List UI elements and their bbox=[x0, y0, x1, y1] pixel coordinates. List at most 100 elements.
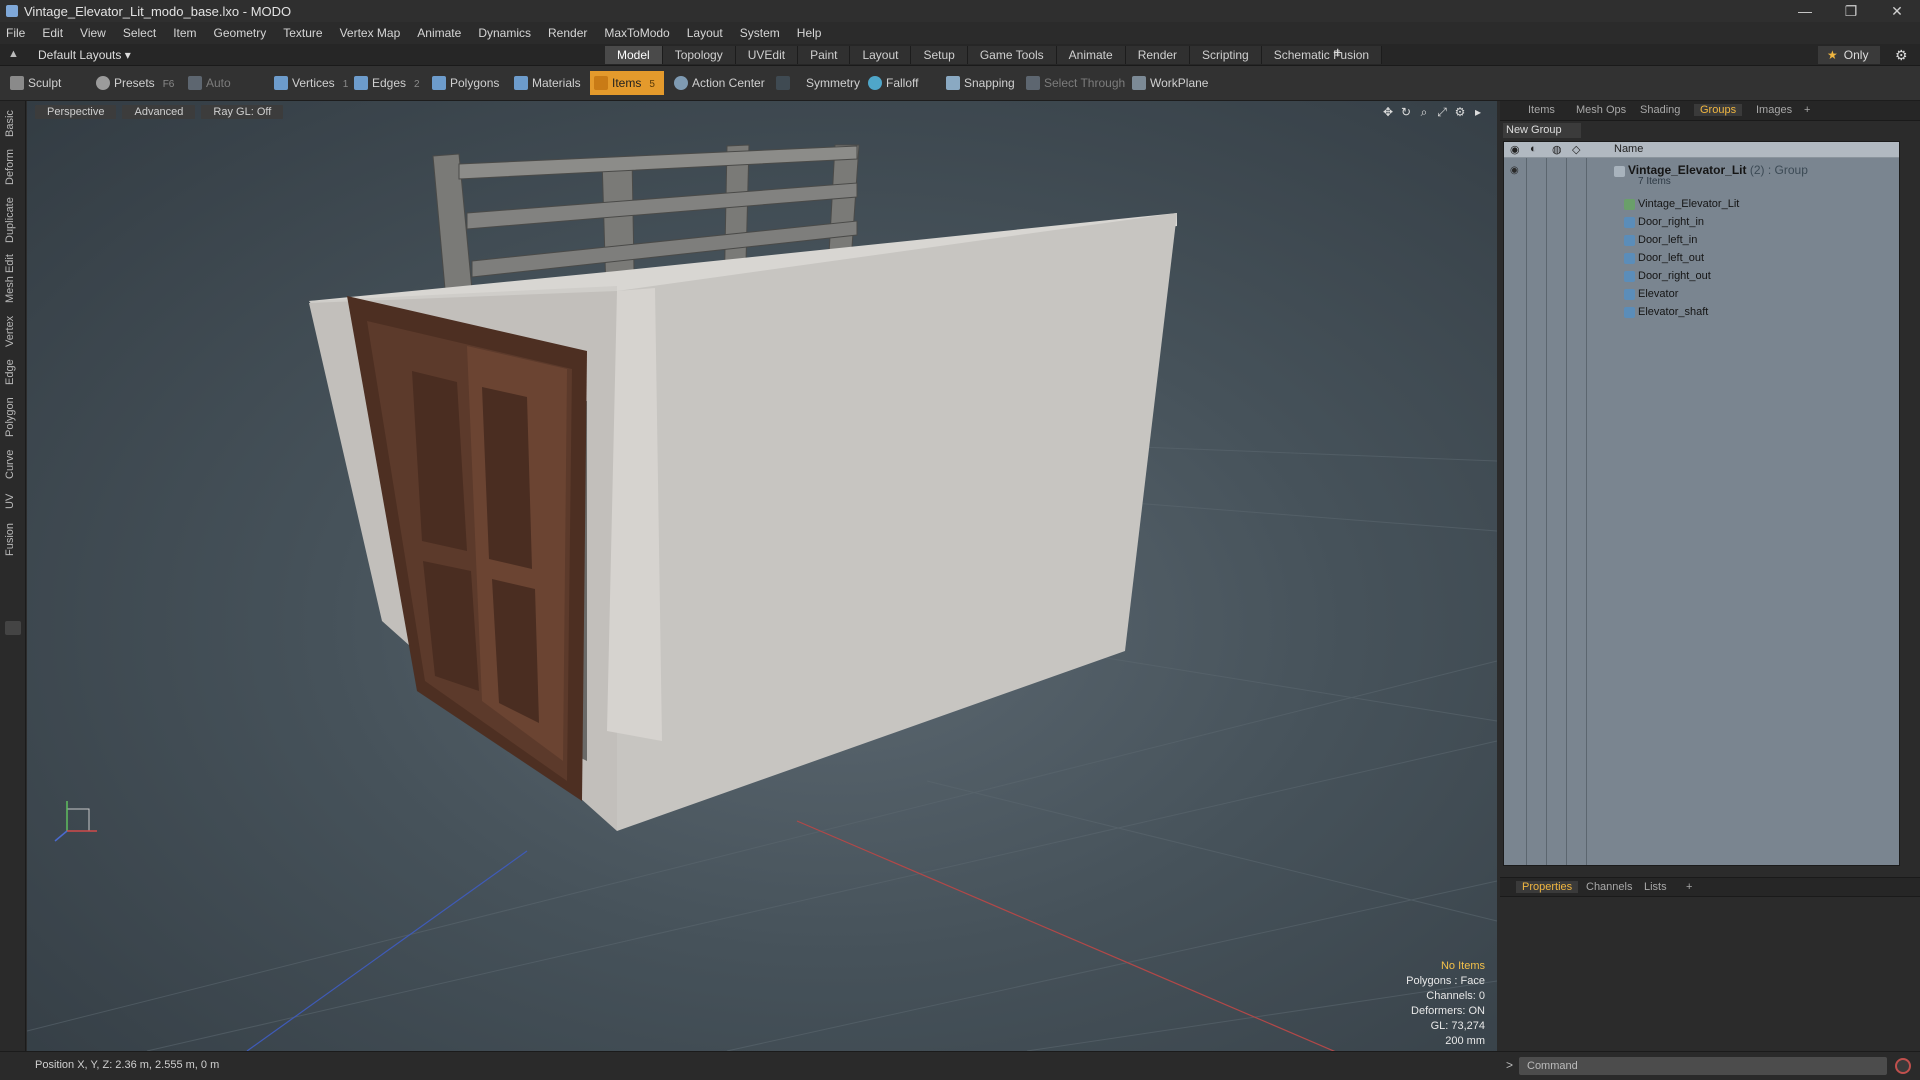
lock-column-icon[interactable]: ◍ bbox=[1552, 143, 1562, 156]
menu-edit[interactable]: Edit bbox=[42, 26, 63, 40]
menu-dynamics[interactable]: Dynamics bbox=[478, 26, 531, 40]
vtab-duplicate[interactable]: Duplicate bbox=[4, 195, 20, 245]
menu-file[interactable]: File bbox=[6, 26, 25, 40]
tab-images[interactable]: Images bbox=[1756, 104, 1792, 116]
list-item[interactable]: Elevator bbox=[1504, 286, 1899, 304]
edges-button[interactable]: Edges 2 bbox=[350, 71, 426, 95]
list-item[interactable]: Vintage_Elevator_Lit bbox=[1504, 196, 1899, 214]
tab-layout[interactable]: Layout bbox=[850, 46, 912, 64]
symmetry-button[interactable]: Symmetry bbox=[772, 71, 860, 95]
raygl-toggle[interactable]: Ray GL: Off bbox=[201, 105, 284, 119]
layout-bar: ▲ Default Layouts ▾ Model Topology UVEdi… bbox=[0, 44, 1920, 66]
tab-schematic-fusion[interactable]: Schematic Fusion bbox=[1261, 46, 1383, 64]
layout-collapse-icon[interactable]: ▲ bbox=[8, 48, 20, 60]
tab-scripting[interactable]: Scripting bbox=[1190, 46, 1262, 64]
vtab-deform[interactable]: Deform bbox=[4, 147, 20, 187]
vtab-fusion[interactable]: Fusion bbox=[4, 521, 20, 557]
sculpt-button[interactable]: Sculpt bbox=[6, 71, 86, 95]
select-through-button[interactable]: Select Through bbox=[1022, 71, 1126, 95]
tab-mesh-ops[interactable]: Mesh Ops bbox=[1576, 104, 1626, 116]
star-icon: ★ bbox=[1827, 48, 1838, 62]
snapping-button[interactable]: Snapping bbox=[942, 71, 1022, 95]
shading-dropdown[interactable]: Advanced bbox=[122, 105, 196, 119]
tab-groups[interactable]: Groups bbox=[1694, 104, 1743, 116]
record-macro-icon[interactable] bbox=[1895, 1058, 1911, 1074]
menu-item[interactable]: Item bbox=[173, 26, 196, 40]
tab-properties[interactable]: Properties bbox=[1516, 881, 1579, 893]
list-item[interactable]: Door_right_in bbox=[1504, 214, 1899, 232]
group-row[interactable]: ◉ Vintage_Elevator_Lit (2) : Group 7 Ite… bbox=[1504, 162, 1899, 192]
tab-shading[interactable]: Shading bbox=[1640, 104, 1680, 116]
visibility-column-icon[interactable]: ◉ bbox=[1510, 143, 1520, 156]
vtab-curve[interactable]: Curve bbox=[4, 447, 20, 481]
add-tab-button[interactable]: + bbox=[1333, 45, 1342, 63]
list-item[interactable]: Elevator_shaft bbox=[1504, 304, 1899, 322]
menu-texture[interactable]: Texture bbox=[283, 26, 322, 40]
vtab-polygon[interactable]: Polygon bbox=[4, 395, 20, 439]
workplane-button[interactable]: WorkPlane bbox=[1128, 71, 1208, 95]
add-properties-tab-button[interactable]: + bbox=[1686, 881, 1692, 893]
auto-select-button[interactable]: Auto Select bbox=[184, 71, 266, 114]
rotate-icon[interactable]: ↻ bbox=[1397, 105, 1415, 120]
vtab-vertex[interactable]: Vertex bbox=[4, 313, 20, 349]
presets-button[interactable]: Presets F6 bbox=[92, 71, 174, 95]
menu-system[interactable]: System bbox=[740, 26, 780, 40]
new-group-button[interactable]: New Group bbox=[1503, 123, 1581, 138]
menu-animate[interactable]: Animate bbox=[417, 26, 461, 40]
group-visibility-icon[interactable]: ◉ bbox=[1510, 165, 1522, 176]
tab-animate[interactable]: Animate bbox=[1056, 46, 1126, 64]
polygons-button[interactable]: Polygons bbox=[428, 71, 504, 95]
materials-button[interactable]: Materials bbox=[510, 71, 588, 95]
only-toggle-button[interactable]: ★ Only bbox=[1818, 46, 1880, 64]
menu-maxtomodo[interactable]: MaxToModo bbox=[604, 26, 669, 40]
vtab-mesh-edit[interactable]: Mesh Edit bbox=[4, 253, 20, 305]
tab-topology[interactable]: Topology bbox=[662, 46, 736, 64]
items-button[interactable]: Items 5 bbox=[590, 71, 664, 95]
menu-vertex-map[interactable]: Vertex Map bbox=[340, 26, 401, 40]
menu-view[interactable]: View bbox=[80, 26, 106, 40]
tab-paint[interactable]: Paint bbox=[798, 46, 851, 64]
gear-icon[interactable]: ⚙ bbox=[1895, 47, 1908, 64]
viewport-expand-icon[interactable]: ▸ bbox=[1469, 105, 1487, 120]
menu-help[interactable]: Help bbox=[797, 26, 822, 40]
action-center-button[interactable]: Action Center bbox=[670, 71, 768, 95]
falloff-button[interactable]: Falloff bbox=[864, 71, 934, 95]
vtab-basic[interactable]: Basic bbox=[4, 107, 20, 141]
close-icon[interactable]: ✕ bbox=[1874, 0, 1920, 22]
name-column-header[interactable]: Name bbox=[1614, 143, 1643, 155]
tab-model[interactable]: Model bbox=[605, 46, 663, 64]
tab-game-tools[interactable]: Game Tools bbox=[967, 46, 1057, 64]
view-mode-dropdown[interactable]: Perspective bbox=[35, 105, 117, 119]
fit-icon[interactable]: ⤢ bbox=[1433, 105, 1451, 120]
minimize-icon[interactable]: — bbox=[1782, 0, 1828, 22]
tab-items[interactable]: Items bbox=[1528, 104, 1555, 116]
command-input[interactable]: Command bbox=[1519, 1057, 1887, 1075]
list-item[interactable]: Door_left_in bbox=[1504, 232, 1899, 250]
palette-toggle-icon[interactable] bbox=[5, 621, 21, 635]
menu-layout[interactable]: Layout bbox=[687, 26, 723, 40]
menu-render[interactable]: Render bbox=[548, 26, 587, 40]
tab-render[interactable]: Render bbox=[1125, 46, 1191, 64]
list-item[interactable]: Door_right_out bbox=[1504, 268, 1899, 286]
viewport-settings-icon[interactable]: ⚙ bbox=[1451, 105, 1469, 120]
select-column-icon[interactable]: ◇ bbox=[1572, 143, 1580, 156]
menu-geometry[interactable]: Geometry bbox=[214, 26, 267, 40]
render-column-icon[interactable]: ◐ bbox=[1530, 143, 1537, 155]
restore-icon[interactable]: ❐ bbox=[1828, 0, 1874, 22]
vertices-button[interactable]: Vertices 1 bbox=[270, 71, 350, 95]
vtab-uv[interactable]: UV bbox=[4, 489, 20, 513]
zoom-icon[interactable]: ⌕ bbox=[1415, 105, 1433, 120]
tab-lists[interactable]: Lists bbox=[1644, 881, 1667, 893]
edges-label: Edges bbox=[372, 76, 407, 90]
add-panel-tab-button[interactable]: + bbox=[1804, 104, 1810, 116]
tab-channels[interactable]: Channels bbox=[1586, 881, 1632, 893]
default-layouts-dropdown[interactable]: Default Layouts ▾ bbox=[38, 48, 131, 62]
shaft-right-wall bbox=[617, 213, 1177, 831]
tab-uvedit[interactable]: UVEdit bbox=[735, 46, 799, 64]
list-item[interactable]: Door_left_out bbox=[1504, 250, 1899, 268]
pan-icon[interactable]: ✥ bbox=[1379, 105, 1397, 120]
vtab-edge[interactable]: Edge bbox=[4, 357, 20, 387]
tab-setup[interactable]: Setup bbox=[911, 46, 968, 64]
3d-viewport[interactable]: Perspective Advanced Ray GL: Off ✥ ↻ ⌕ ⤢… bbox=[27, 101, 1497, 1051]
menu-select[interactable]: Select bbox=[123, 26, 156, 40]
